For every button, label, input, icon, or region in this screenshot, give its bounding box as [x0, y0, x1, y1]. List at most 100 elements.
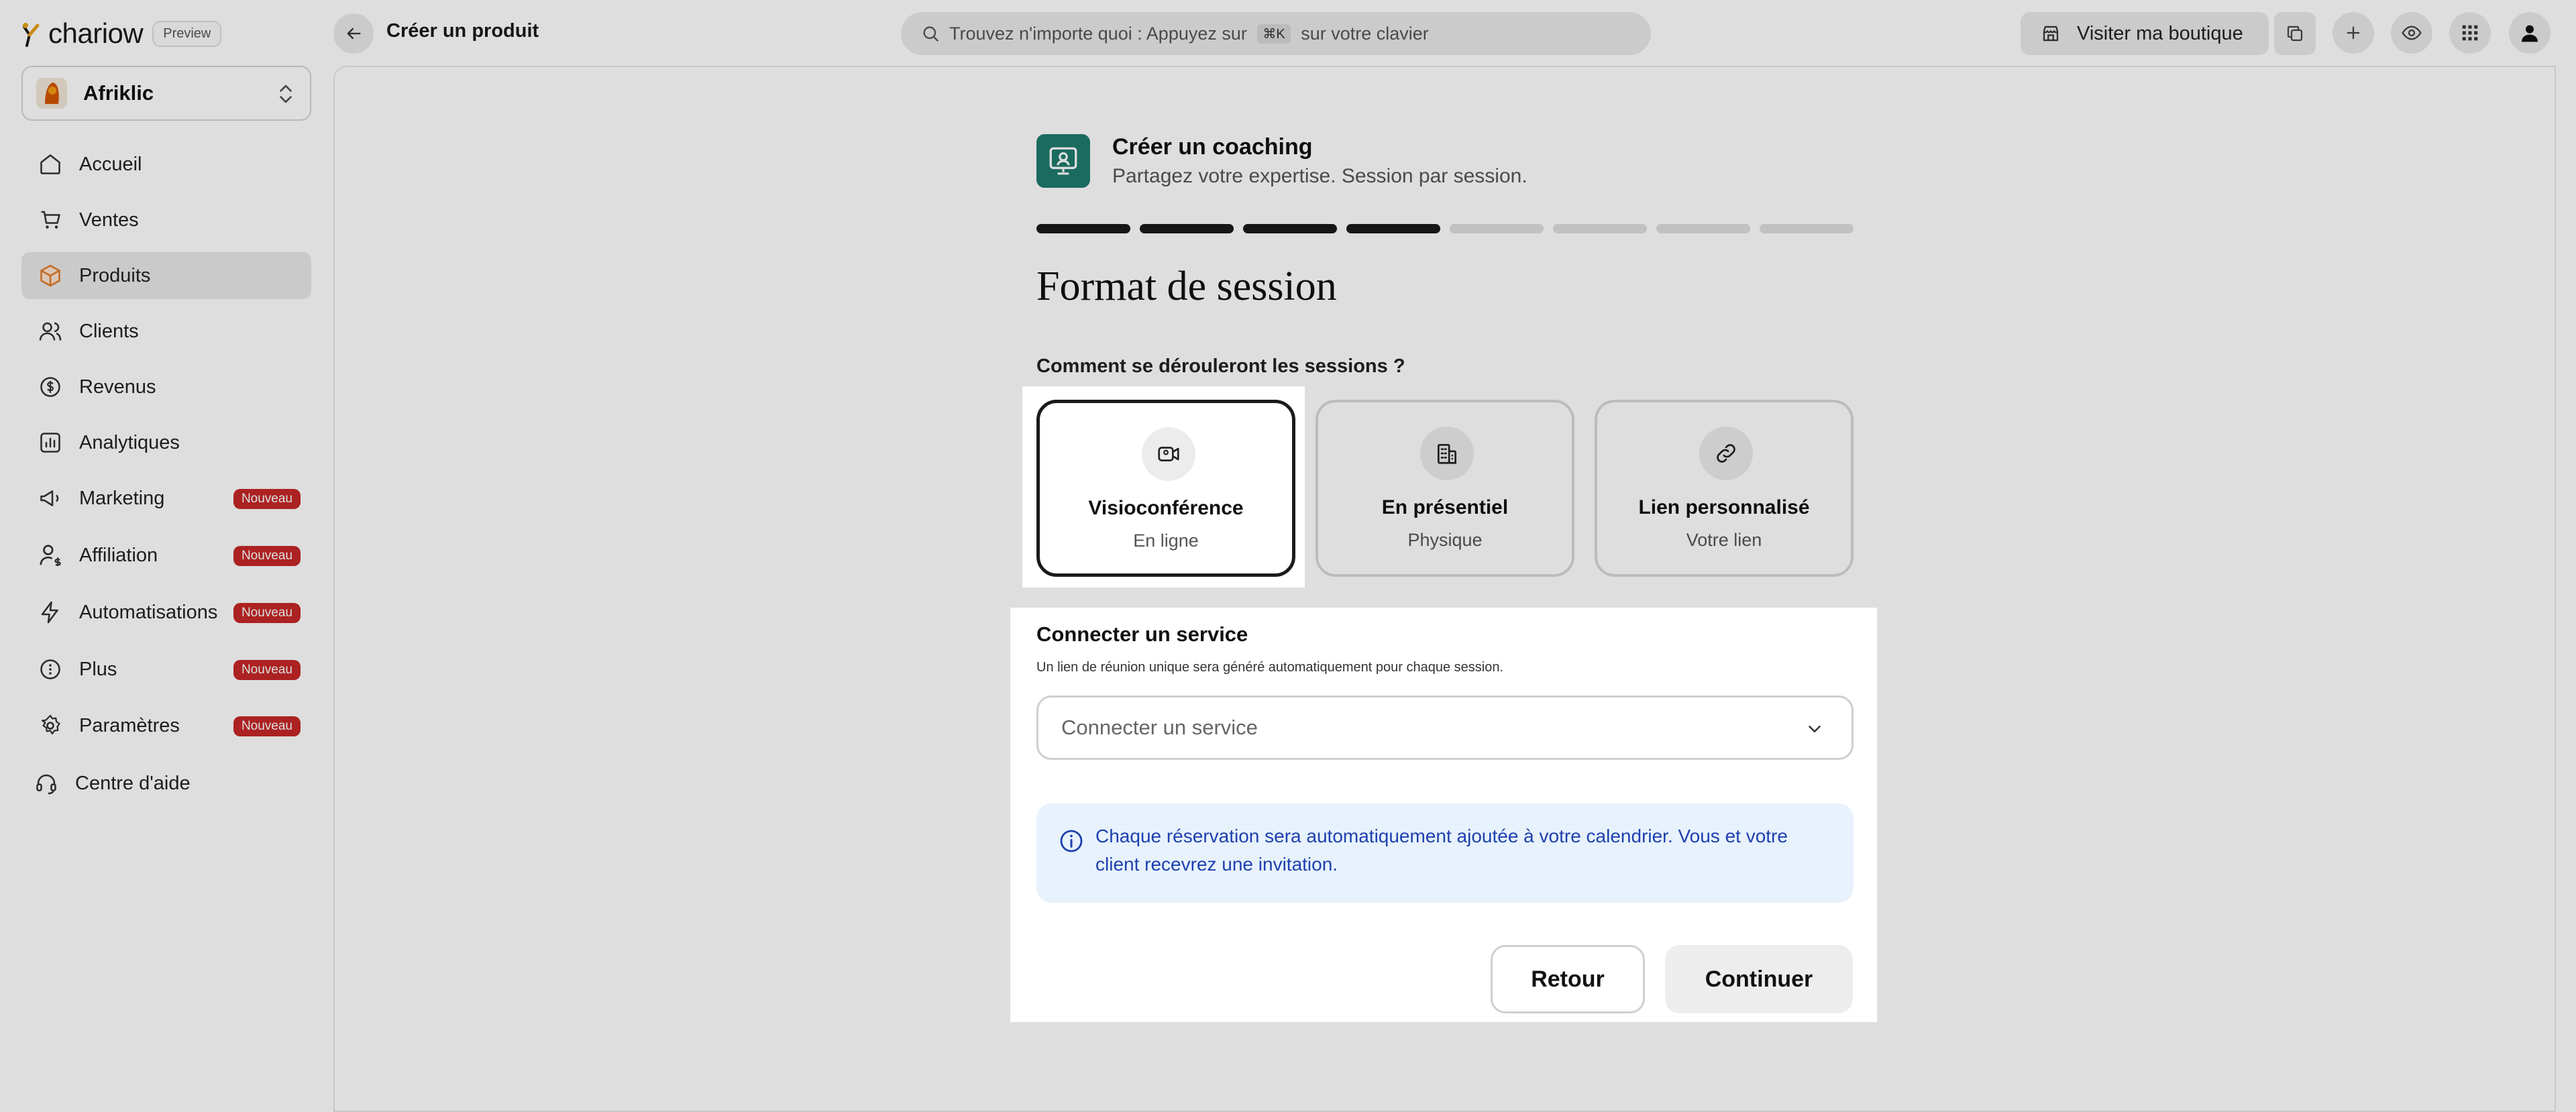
calendar-info-box: Chaque réservation sera automatiquement …	[1036, 803, 1854, 903]
coaching-icon	[1036, 134, 1090, 188]
sidebar-item-accueil[interactable]: Accueil	[21, 141, 311, 188]
search-icon	[923, 26, 938, 42]
preview-button[interactable]	[2391, 12, 2432, 54]
sidebar-item-label: Accueil	[79, 153, 142, 175]
coins-icon	[38, 374, 63, 400]
grid-icon	[2462, 25, 2478, 41]
info-icon	[1060, 830, 1083, 852]
session-format-question: Comment se dérouleront les sessions ?	[1036, 355, 1405, 377]
store-icon	[2043, 25, 2059, 42]
users-icon	[38, 319, 63, 344]
main-panel	[333, 66, 2556, 1112]
search-suffix: sur votre clavier	[1295, 23, 1429, 44]
sidebar-item-affiliation[interactable]: Affiliation Nouveau	[21, 532, 311, 579]
logo-text: chariow	[48, 17, 144, 49]
link-icon	[1699, 427, 1753, 480]
eye-icon	[2402, 25, 2422, 40]
sidebar-item-marketing[interactable]: Marketing Nouveau	[21, 475, 311, 522]
progress-step	[1036, 224, 1130, 233]
progress-step	[1760, 224, 1854, 233]
top-bar: chariow Preview Créer un produit Trouvez…	[0, 0, 2576, 66]
wizard-subtitle: Partagez votre expertise. Session par se…	[1112, 165, 1527, 187]
option-title: En présentiel	[1381, 496, 1509, 518]
progress-step	[1140, 224, 1234, 233]
add-button[interactable]	[2332, 12, 2374, 54]
store-logo-icon	[45, 82, 59, 104]
sidebar-item-label: Automatisations	[79, 601, 218, 623]
progress-step	[1553, 224, 1647, 233]
chariow-logo-icon	[20, 20, 44, 47]
continue-button[interactable]: Continuer	[1665, 945, 1853, 1013]
service-description: Un lien de réunion unique sera généré au…	[1036, 660, 1504, 675]
chevron-updown-icon	[280, 85, 292, 103]
step-progress	[1036, 224, 1854, 233]
megaphone-icon	[38, 486, 63, 511]
option-en-presentiel[interactable]: En présentiel Physique	[1316, 400, 1574, 577]
option-subtitle: Votre lien	[1686, 530, 1762, 550]
chariow-logo[interactable]: chariow Preview	[20, 17, 222, 50]
bolt-icon	[38, 600, 63, 625]
store-selector[interactable]: Afriklic	[21, 66, 311, 121]
store-name: Afriklic	[83, 81, 154, 105]
copy-icon	[2287, 25, 2303, 42]
sidebar-item-parametres[interactable]: Paramètres Nouveau	[21, 702, 311, 749]
gear-icon	[38, 713, 63, 738]
sidebar-item-centre-aide[interactable]: Centre d'aide	[21, 760, 311, 807]
sidebar-item-revenus[interactable]: Revenus	[21, 364, 311, 410]
chevron-down-icon	[1809, 726, 1821, 732]
sidebar-item-label: Affiliation	[79, 544, 158, 566]
sidebar-item-label: Plus	[79, 658, 117, 680]
option-title: Lien personnalisé	[1638, 496, 1810, 518]
box-icon	[38, 263, 63, 288]
plus-icon	[2347, 26, 2360, 40]
apps-button[interactable]	[2449, 12, 2491, 54]
sidebar-item-plus[interactable]: Plus Nouveau	[21, 646, 311, 693]
new-badge: Nouveau	[233, 489, 301, 509]
video-icon	[1142, 427, 1195, 481]
sidebar-item-analytiques[interactable]: Analytiques	[21, 419, 311, 466]
search-input[interactable]: Trouvez n'importe quoi : Appuyez sur ⌘K …	[901, 12, 1651, 55]
option-lien-personnalise[interactable]: Lien personnalisé Votre lien	[1595, 400, 1854, 577]
service-placeholder: Connecter un service	[1061, 716, 1258, 739]
cart-icon	[38, 207, 63, 233]
sidebar-item-clients[interactable]: Clients	[21, 308, 311, 355]
search-prefix: Trouvez n'importe quoi : Appuyez sur	[949, 23, 1252, 44]
back-step-button[interactable]: Retour	[1491, 945, 1645, 1013]
sidebar-item-label: Marketing	[79, 487, 165, 509]
wizard-title: Créer un coaching	[1112, 134, 1313, 160]
sidebar-item-label: Clients	[79, 320, 139, 342]
home-icon	[38, 152, 63, 177]
sidebar-item-label: Centre d'aide	[75, 772, 191, 794]
user-icon	[2522, 25, 2538, 42]
building-icon	[1420, 427, 1474, 480]
progress-step	[1450, 224, 1544, 233]
sidebar-item-label: Produits	[79, 264, 151, 286]
user-dollar-icon	[38, 543, 63, 568]
service-title: Connecter un service	[1036, 622, 1248, 646]
option-subtitle: En ligne	[1133, 531, 1199, 551]
sidebar-item-automatisations[interactable]: Automatisations Nouveau	[21, 589, 311, 636]
new-badge: Nouveau	[233, 546, 301, 566]
visit-store-button[interactable]: Visiter ma boutique	[2021, 12, 2269, 55]
sidebar-item-ventes[interactable]: Ventes	[21, 197, 311, 243]
preview-badge: Preview	[152, 20, 222, 47]
option-title: Visioconférence	[1088, 497, 1244, 519]
option-visioconference[interactable]: Visioconférence En ligne	[1036, 400, 1295, 577]
page-title: Format de session	[1036, 264, 1337, 309]
new-badge: Nouveau	[233, 660, 301, 680]
store-avatar	[36, 78, 67, 109]
arrow-left-icon	[347, 27, 361, 40]
visit-store-label: Visiter ma boutique	[2077, 22, 2243, 44]
sidebar-item-label: Analytiques	[79, 431, 180, 453]
headset-icon	[34, 771, 59, 796]
copy-button[interactable]	[2274, 12, 2316, 55]
sidebar-item-label: Ventes	[79, 209, 139, 231]
user-menu-button[interactable]	[2509, 12, 2551, 54]
chart-icon	[38, 430, 63, 455]
service-select[interactable]: Connecter un service	[1036, 696, 1854, 760]
info-text: Chaque réservation sera automatiquement …	[1095, 826, 1788, 875]
back-button[interactable]	[333, 13, 374, 54]
breadcrumb: Créer un produit	[386, 20, 539, 42]
sidebar-item-produits[interactable]: Produits	[21, 252, 311, 299]
sidebar-item-label: Paramètres	[79, 714, 180, 736]
